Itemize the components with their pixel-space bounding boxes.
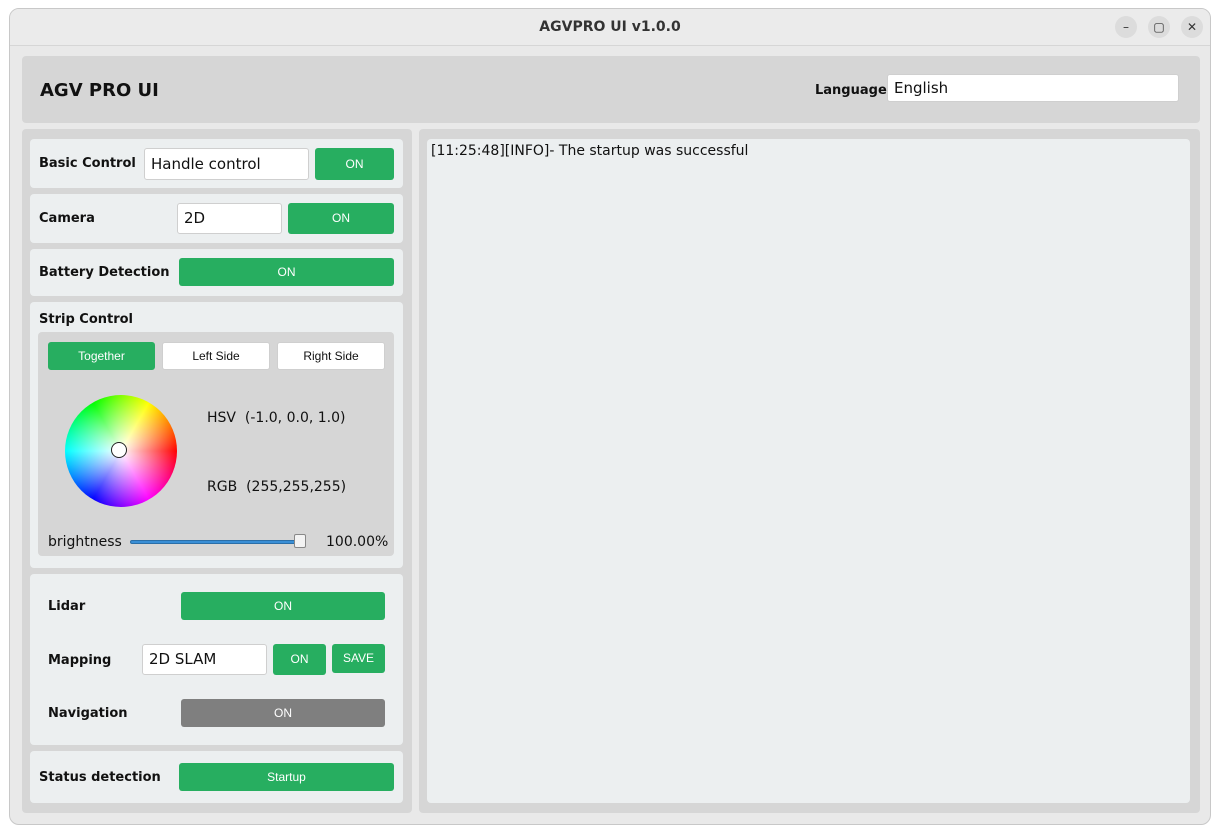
close-icon[interactable]: ✕ bbox=[1181, 16, 1203, 38]
window-title: AGVPRO UI v1.0.0 bbox=[539, 19, 681, 35]
lidar-label: Lidar bbox=[48, 599, 86, 614]
title-bar: AGVPRO UI v1.0.0 – ▢ ✕ bbox=[10, 9, 1210, 46]
lidar-navigation-panel: Lidar ON Mapping 2D SLAM ON SAVE Navigat… bbox=[30, 574, 403, 745]
tab-left-side[interactable]: Left Side bbox=[162, 342, 270, 370]
mapping-save-button[interactable]: SAVE bbox=[332, 644, 385, 673]
hsv-value: (-1.0, 0.0, 1.0) bbox=[244, 410, 346, 426]
log-output[interactable]: [11:25:48][INFO]- The startup was succes… bbox=[427, 139, 1190, 803]
strip-control-label: Strip Control bbox=[39, 312, 134, 327]
hsv-label: HSV bbox=[207, 410, 236, 426]
mapping-on-button[interactable]: ON bbox=[273, 644, 326, 675]
battery-label: Battery Detection bbox=[39, 265, 170, 280]
lidar-on-button[interactable]: ON bbox=[181, 592, 385, 620]
rgb-label: RGB bbox=[207, 479, 238, 495]
brightness-slider[interactable] bbox=[130, 540, 306, 544]
language-label: Language bbox=[815, 83, 887, 98]
maximize-icon[interactable]: ▢ bbox=[1148, 16, 1170, 38]
app-window: AGVPRO UI v1.0.0 – ▢ ✕ AGV PRO UI Langua… bbox=[9, 8, 1211, 825]
camera-on-button[interactable]: ON bbox=[288, 203, 394, 234]
camera-panel: Camera 2D ON bbox=[30, 194, 403, 243]
status-label: Status detection bbox=[39, 770, 161, 785]
strip-control-panel: Strip Control Together Left Side Right S… bbox=[30, 302, 403, 568]
brightness-value: 100.00% bbox=[326, 534, 389, 550]
language-select[interactable]: English bbox=[887, 74, 1179, 102]
minimize-icon[interactable]: – bbox=[1115, 16, 1137, 38]
app-title: AGV PRO UI bbox=[40, 80, 159, 101]
rgb-value: (255,255,255) bbox=[246, 479, 347, 495]
log-column: [11:25:48][INFO]- The startup was succes… bbox=[419, 129, 1200, 813]
brightness-label: brightness bbox=[48, 534, 122, 550]
mapping-mode-select[interactable]: 2D SLAM bbox=[142, 644, 267, 675]
log-line: [11:25:48][INFO]- The startup was succes… bbox=[431, 143, 749, 159]
hsv-readout: HSV (-1.0, 0.0, 1.0) bbox=[207, 410, 345, 426]
color-picker-handle[interactable] bbox=[111, 442, 127, 458]
basic-control-on-button[interactable]: ON bbox=[315, 148, 394, 180]
battery-panel: Battery Detection ON bbox=[30, 249, 403, 296]
camera-label: Camera bbox=[39, 211, 95, 226]
camera-mode-select[interactable]: 2D bbox=[177, 203, 282, 234]
basic-control-panel: Basic Control Handle control ON bbox=[30, 139, 403, 188]
strip-control-inner: Together Left Side Right Side HSV (-1.0,… bbox=[38, 332, 394, 556]
navigation-label: Navigation bbox=[48, 706, 128, 721]
rgb-readout: RGB (255,255,255) bbox=[207, 479, 346, 495]
status-panel: Status detection Startup bbox=[30, 751, 403, 803]
basic-control-label: Basic Control bbox=[39, 156, 136, 171]
tab-right-side[interactable]: Right Side bbox=[277, 342, 385, 370]
basic-control-mode-select[interactable]: Handle control bbox=[144, 148, 309, 180]
battery-on-button[interactable]: ON bbox=[179, 258, 394, 286]
mapping-label: Mapping bbox=[48, 653, 112, 668]
tab-together[interactable]: Together bbox=[48, 342, 155, 370]
startup-button[interactable]: Startup bbox=[179, 763, 394, 791]
header-bar: AGV PRO UI Language English bbox=[22, 56, 1200, 123]
navigation-on-button[interactable]: ON bbox=[181, 699, 385, 727]
control-column: Basic Control Handle control ON Camera 2… bbox=[22, 129, 412, 813]
brightness-slider-handle[interactable] bbox=[294, 534, 306, 548]
